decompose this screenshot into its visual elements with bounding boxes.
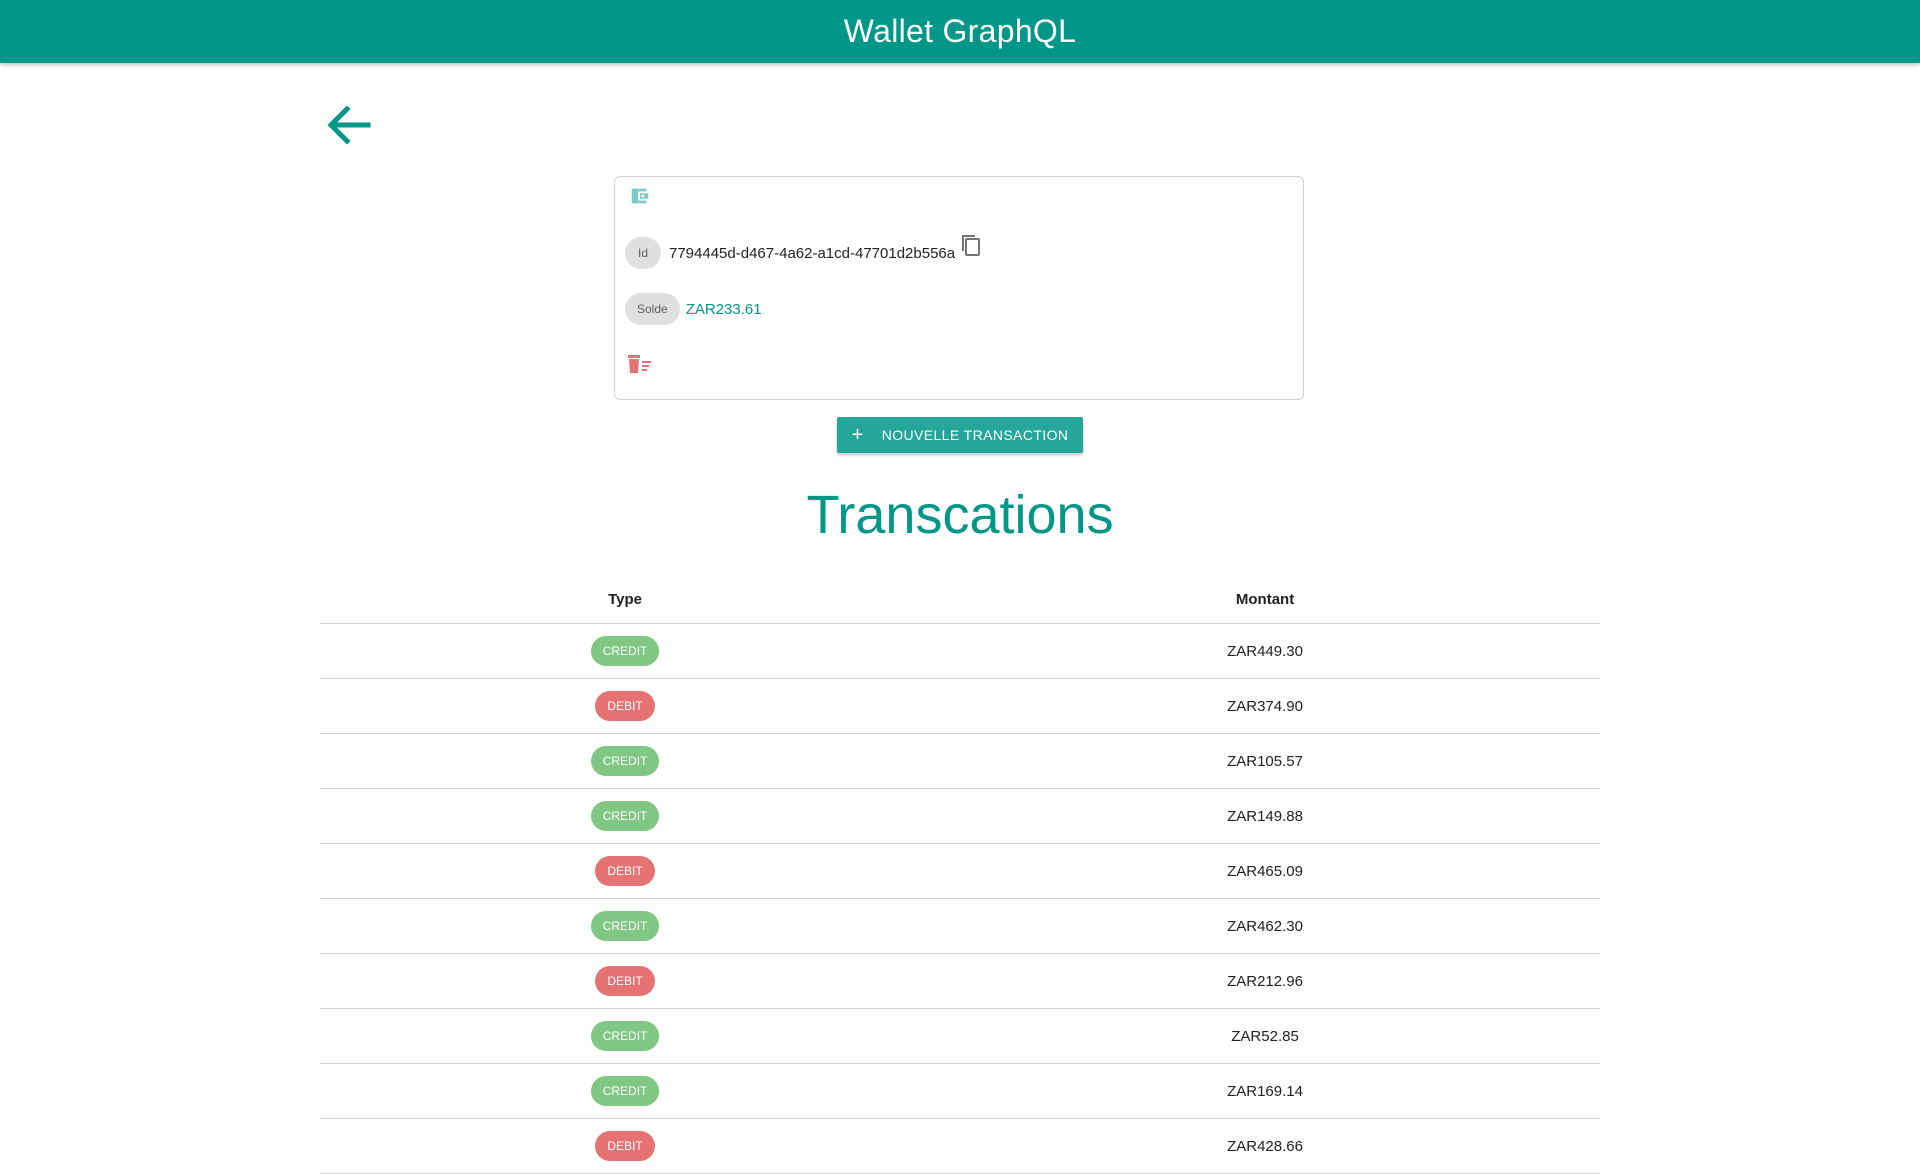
amount-cell: ZAR169.14 (930, 1063, 1600, 1119)
amount-cell: ZAR52.85 (930, 1008, 1600, 1064)
table-row: DEBIT ZAR212.96 (320, 953, 1600, 1009)
wallet-solde-row: Solde ZAR233.61 (625, 293, 762, 325)
debit-badge: DEBIT (595, 691, 655, 721)
table-row: CREDIT ZAR169.14 (320, 1063, 1600, 1119)
wallet-icon (631, 188, 649, 204)
type-cell: DEBIT (320, 843, 931, 899)
table-row: CREDIT ZAR105.57 (320, 733, 1600, 789)
table-row: CREDIT ZAR149.88 (320, 788, 1600, 844)
table-row: CREDIT ZAR462.30 (320, 898, 1600, 954)
type-cell: DEBIT (320, 953, 931, 1009)
plus-icon: + (851, 424, 864, 446)
type-cell: DEBIT (320, 678, 931, 734)
table-row: DEBIT ZAR428.66 (320, 1118, 1600, 1174)
credit-badge: CREDIT (590, 636, 660, 666)
copy-icon[interactable] (959, 233, 983, 259)
wallet-id-value: 7794445d-d467-4a62-a1cd-47701d2b556a (669, 244, 956, 262)
transactions-title: Transcations (806, 485, 1114, 545)
app-bar: Wallet GraphQL (0, 0, 1920, 63)
amount-column-header: Montant (930, 575, 1600, 624)
amount-cell: ZAR449.30 (930, 623, 1600, 679)
id-label-chip: Id (625, 237, 661, 269)
wallet-id-row: Id 7794445d-d467-4a62-a1cd-47701d2b556a (625, 235, 983, 269)
type-column-header: Type (320, 575, 931, 624)
wallet-solde-value: ZAR233.61 (685, 300, 762, 318)
amount-cell: ZAR212.96 (930, 953, 1600, 1009)
type-cell: DEBIT (320, 1118, 931, 1174)
table-row: CREDIT ZAR449.30 (320, 623, 1600, 679)
credit-badge: CREDIT (590, 801, 660, 831)
app-title: Wallet GraphQL (843, 13, 1077, 49)
type-cell: CREDIT (320, 623, 931, 679)
type-cell: CREDIT (320, 788, 931, 844)
table-row: DEBIT ZAR465.09 (320, 843, 1600, 899)
table-row: CREDIT ZAR52.85 (320, 1008, 1600, 1064)
new-transaction-button[interactable]: + NOUVELLE TRANSACTION (837, 417, 1083, 453)
table-header-row: Type Montant (320, 575, 1600, 624)
type-cell: CREDIT (320, 1008, 931, 1064)
type-cell: CREDIT (320, 733, 931, 789)
debit-badge: DEBIT (595, 856, 655, 886)
wallet-card: Id 7794445d-d467-4a62-a1cd-47701d2b556a … (614, 176, 1304, 400)
debit-badge: DEBIT (595, 966, 655, 996)
new-transaction-label: NOUVELLE TRANSACTION (881, 427, 1069, 443)
type-cell: CREDIT (320, 1063, 931, 1119)
credit-badge: CREDIT (590, 911, 660, 941)
credit-badge: CREDIT (590, 1076, 660, 1106)
delete-sweep-icon[interactable] (627, 353, 653, 375)
solde-label-chip: Solde (625, 293, 680, 325)
table-row: DEBIT ZAR374.90 (320, 678, 1600, 734)
amount-cell: ZAR374.90 (930, 678, 1600, 734)
credit-badge: CREDIT (590, 746, 660, 776)
arrow-left-icon (327, 105, 371, 145)
amount-cell: ZAR428.66 (930, 1118, 1600, 1174)
amount-cell: ZAR149.88 (930, 788, 1600, 844)
amount-cell: ZAR462.30 (930, 898, 1600, 954)
credit-badge: CREDIT (590, 1021, 660, 1051)
type-cell: CREDIT (320, 898, 931, 954)
amount-cell: ZAR465.09 (930, 843, 1600, 899)
amount-cell: ZAR105.57 (930, 733, 1600, 789)
transactions-table: Type Montant CREDIT ZAR449.30 DEBIT ZAR3… (320, 575, 1600, 1174)
back-button[interactable] (322, 98, 376, 152)
